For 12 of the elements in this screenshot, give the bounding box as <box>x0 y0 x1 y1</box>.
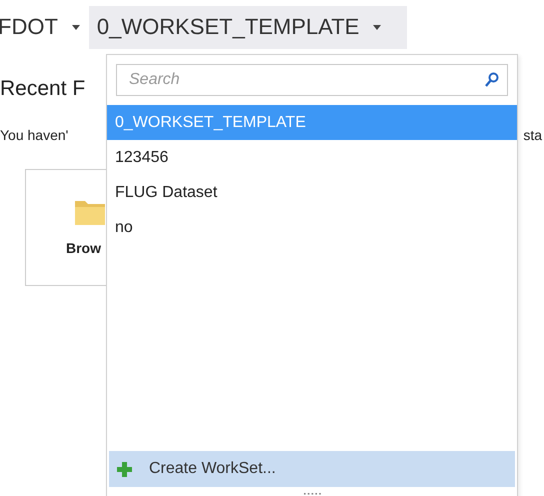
search-field[interactable]: Search <box>116 64 508 96</box>
caret-icon <box>72 24 80 30</box>
breadcrumb-item[interactable]: FDOT <box>0 14 58 40</box>
plus-icon <box>117 462 132 476</box>
search-icon <box>485 72 499 88</box>
message-text: sta <box>523 127 542 143</box>
folder-icon <box>74 198 106 226</box>
section-heading: Recent F <box>0 77 86 101</box>
create-workset-item[interactable]: Create WorkSet... <box>109 451 515 487</box>
workset-dropdown-button[interactable]: 0_WORKSET_TEMPLATE <box>88 6 407 48</box>
message-text: You haven' <box>0 127 68 143</box>
caret-icon <box>373 24 382 30</box>
